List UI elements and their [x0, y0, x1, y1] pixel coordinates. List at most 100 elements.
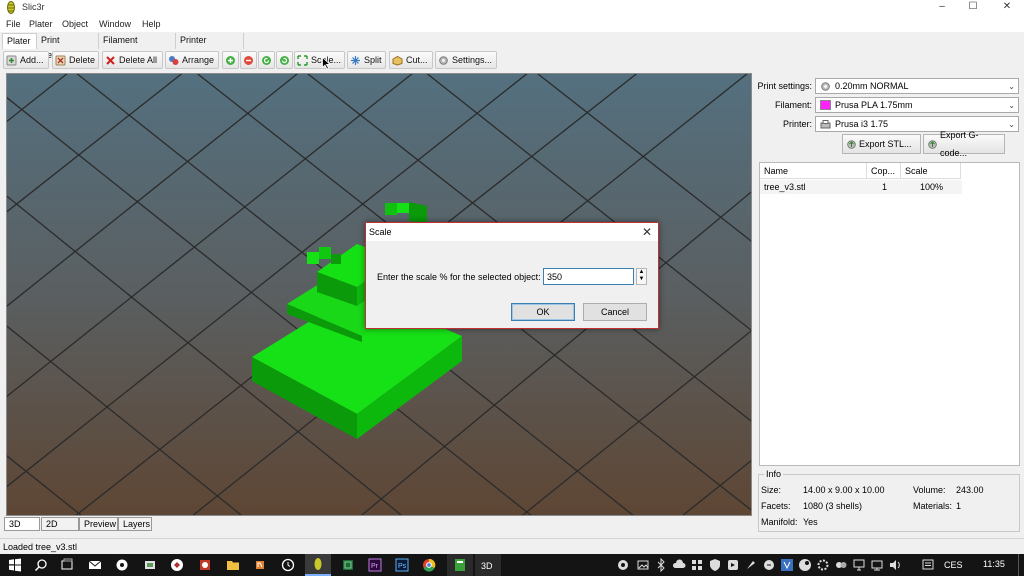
tab-plater[interactable]: Plater	[2, 33, 37, 49]
app-orange-icon[interactable]	[253, 558, 267, 572]
windows-start-icon[interactable]	[8, 558, 22, 572]
menu-help[interactable]: Help	[142, 19, 161, 29]
chevron-down-icon: ⌄	[1008, 82, 1015, 91]
tray-app-icon-3[interactable]	[834, 558, 848, 572]
tray-grid-icon[interactable]	[690, 558, 704, 572]
right-panel: Print settings: 0.20mm NORMAL ⌄ Filament…	[756, 74, 1020, 534]
tray-v-icon[interactable]	[780, 558, 794, 572]
tray-brush-icon[interactable]	[744, 558, 758, 572]
settings-label: Settings...	[452, 55, 493, 65]
object-list[interactable]: Name Cop... Scale tree_v3.stl 1 100%	[759, 162, 1020, 466]
volume-value: 243.00	[956, 485, 984, 495]
minimize-button[interactable]: –	[927, 0, 957, 14]
scale-input[interactable]	[543, 268, 634, 285]
delete-icon	[55, 55, 66, 65]
calculator-taskbar-item[interactable]	[447, 554, 473, 576]
app-clock-icon[interactable]	[281, 558, 295, 572]
rotate-left-button[interactable]	[258, 51, 275, 69]
notifications-icon[interactable]	[921, 558, 935, 572]
app-red-icon[interactable]	[198, 558, 212, 572]
app-circle-icon[interactable]	[115, 558, 129, 572]
bluetooth-icon[interactable]	[654, 558, 668, 572]
export-stl-button[interactable]: Export STL...	[842, 134, 921, 154]
3d-builder-taskbar-item[interactable]: 3D	[475, 554, 501, 576]
cancel-button[interactable]: Cancel	[583, 303, 647, 321]
search-icon[interactable]	[34, 558, 48, 572]
tray-app-icon-2[interactable]	[762, 558, 776, 572]
gear-icon	[439, 55, 448, 65]
app-green-icon[interactable]	[341, 558, 355, 572]
tray-shield-icon[interactable]	[708, 558, 722, 572]
delete-all-icon	[106, 55, 115, 65]
windows-taskbar: Pr Ps 3D CES 11:35	[0, 554, 1024, 576]
close-window-button[interactable]: ✕	[992, 0, 1022, 14]
column-header-scale[interactable]: Scale	[901, 163, 961, 179]
scale-button[interactable]: Scale...	[294, 51, 345, 69]
scale-prompt: Enter the scale % for the selected objec…	[377, 272, 541, 282]
file-explorer-icon[interactable]	[226, 558, 240, 572]
show-desktop-button[interactable]	[1018, 554, 1024, 576]
export-stl-label: Export STL...	[859, 139, 912, 149]
app-dark-icon[interactable]	[170, 558, 184, 572]
spin-up-icon[interactable]: ▲	[637, 269, 646, 276]
network-icon[interactable]	[870, 558, 884, 572]
taskbar-clock[interactable]: 11:35	[983, 559, 1005, 569]
steam-icon[interactable]	[798, 558, 812, 572]
slic3r-taskbar-item[interactable]	[305, 554, 331, 576]
column-header-name[interactable]: Name	[760, 163, 867, 179]
add-button[interactable]: Add...	[3, 51, 49, 69]
menu-object[interactable]: Object	[62, 19, 88, 29]
export-gcode-label: Export G-code...	[940, 130, 979, 158]
tray-cloud-icon[interactable]	[672, 558, 686, 572]
view-tab-3d[interactable]: 3D	[4, 517, 40, 531]
size-label: Size:	[761, 485, 782, 495]
spin-down-icon[interactable]: ▼	[637, 276, 646, 283]
tab-filament-settings[interactable]: Filament Settings	[99, 33, 176, 60]
chrome-icon[interactable]	[422, 558, 436, 572]
settings-button[interactable]: Settings...	[435, 51, 497, 69]
increase-copies-button[interactable]	[222, 51, 239, 69]
column-header-copies[interactable]: Cop...	[867, 163, 901, 179]
print-settings-combo[interactable]: 0.20mm NORMAL ⌄	[815, 78, 1019, 94]
close-icon[interactable]: ✕	[642, 225, 652, 239]
scale-spinner[interactable]: ▲ ▼	[636, 268, 647, 285]
delete-all-label: Delete All	[119, 55, 158, 65]
task-view-icon[interactable]	[60, 558, 74, 572]
mail-icon[interactable]	[88, 558, 102, 572]
filament-combo[interactable]: Prusa PLA 1.75mm ⌄	[815, 97, 1019, 113]
folder-app-icon[interactable]	[143, 558, 157, 572]
delete-button[interactable]: Delete	[52, 51, 99, 69]
export-gcode-button[interactable]: Export G-code...	[923, 130, 1005, 158]
view-tab-layers[interactable]: Layers	[118, 517, 152, 531]
tray-audio-app-icon[interactable]	[726, 558, 740, 572]
volume-icon[interactable]	[888, 558, 902, 572]
print-settings-label: Print settings:	[757, 81, 812, 91]
rotate-right-button[interactable]	[276, 51, 293, 69]
printer-label: Printer:	[782, 119, 812, 129]
keyboard-language[interactable]: CES	[944, 560, 963, 570]
tab-printer-settings[interactable]: Printer Settings	[176, 33, 244, 60]
arrange-button[interactable]: Arrange	[165, 51, 219, 69]
view-tab-preview[interactable]: Preview	[79, 517, 118, 531]
menu-file[interactable]: File	[6, 19, 21, 29]
toolbar: Add... Delete Delete All Arrange Scale..…	[0, 50, 1024, 70]
tray-app-icon[interactable]	[616, 558, 630, 572]
photoshop-icon[interactable]: Ps	[395, 558, 409, 572]
premiere-pro-icon[interactable]: Pr	[368, 558, 382, 572]
decrease-copies-button[interactable]	[240, 51, 257, 69]
menu-window[interactable]: Window	[99, 19, 131, 29]
materials-label: Materials:	[913, 501, 953, 511]
view-tab-2d[interactable]: 2D	[41, 517, 79, 531]
tray-monitor-icon[interactable]	[852, 558, 866, 572]
chevron-down-icon: ⌄	[1008, 120, 1015, 129]
maximize-button[interactable]: ☐	[958, 0, 988, 14]
menu-plater[interactable]: Plater	[29, 19, 53, 29]
info-title: Info	[764, 469, 784, 479]
cut-button[interactable]: Cut...	[389, 51, 433, 69]
delete-all-button[interactable]: Delete All	[102, 51, 163, 69]
ok-button[interactable]: OK	[511, 303, 575, 321]
tab-print-settings[interactable]: Print Settings	[37, 33, 99, 60]
split-button[interactable]: Split	[347, 51, 386, 69]
tray-image-icon[interactable]	[636, 558, 650, 572]
tray-gear-icon[interactable]	[816, 558, 830, 572]
